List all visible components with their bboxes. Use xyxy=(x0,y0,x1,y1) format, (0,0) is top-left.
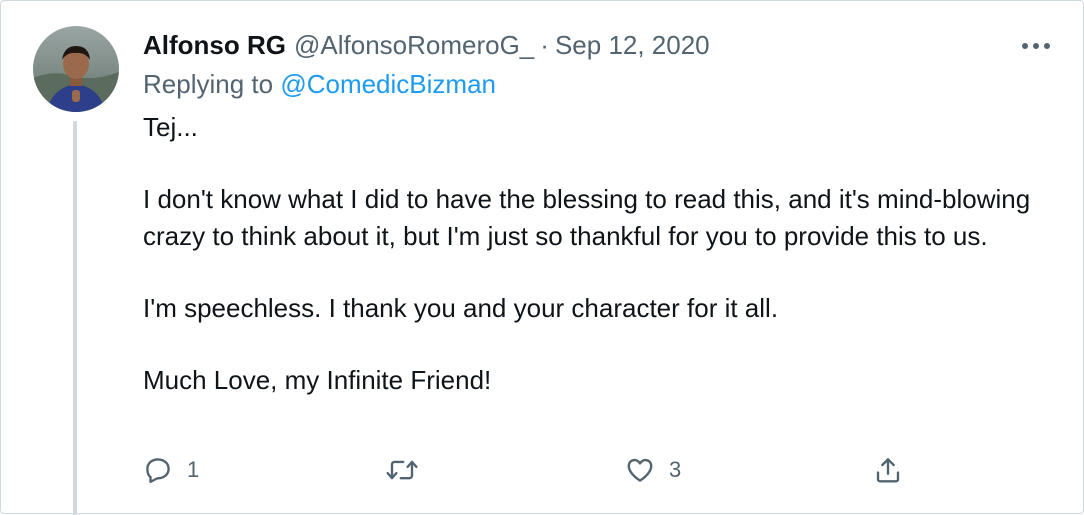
tweet-paragraph: I don't know what I did to have the bles… xyxy=(143,184,1031,251)
like-count: 3 xyxy=(669,457,682,482)
retweet-button[interactable] xyxy=(385,449,433,491)
avatar[interactable] xyxy=(33,26,119,112)
retweet-icon xyxy=(386,460,418,480)
like-button[interactable]: 3 xyxy=(625,449,681,491)
more-options-button[interactable] xyxy=(1014,31,1058,61)
more-horizontal-icon xyxy=(1022,43,1050,49)
tweet-card[interactable]: Alfonso RG @AlfonsoRomeroG_ · Sep 12, 2020 … xyxy=(0,0,1084,515)
tweet-text: Tej... I don't know what I did to have t… xyxy=(143,109,1043,434)
tweet-header: Alfonso RG @AlfonsoRomeroG_ · Sep 12, 2020 xyxy=(143,28,710,62)
share-button[interactable] xyxy=(873,449,903,491)
reply-mention-link[interactable]: @ComedicBizman xyxy=(280,69,496,99)
tweet-actions-bar: 1 3 xyxy=(1,449,1084,491)
user-handle[interactable]: @AlfonsoRomeroG_ xyxy=(294,30,534,60)
separator-dot: · xyxy=(540,30,549,60)
tweet-paragraph: I'm speechless. I thank you and your cha… xyxy=(143,293,779,323)
reply-count: 1 xyxy=(187,457,200,482)
replying-to-line: Replying to @ComedicBizman xyxy=(143,67,496,101)
tweet-paragraph: Much Love, my Infinite Friend! xyxy=(143,365,492,395)
reply-button[interactable]: 1 xyxy=(143,449,199,491)
display-name[interactable]: Alfonso RG xyxy=(143,30,286,60)
heart-icon xyxy=(627,458,653,482)
tweet-paragraph: Tej... xyxy=(143,112,198,142)
avatar-image xyxy=(33,26,119,112)
reply-bubble-icon xyxy=(146,458,170,484)
share-icon xyxy=(876,458,900,483)
replying-prefix: Replying to xyxy=(143,69,281,99)
tweet-date[interactable]: Sep 12, 2020 xyxy=(555,30,710,60)
